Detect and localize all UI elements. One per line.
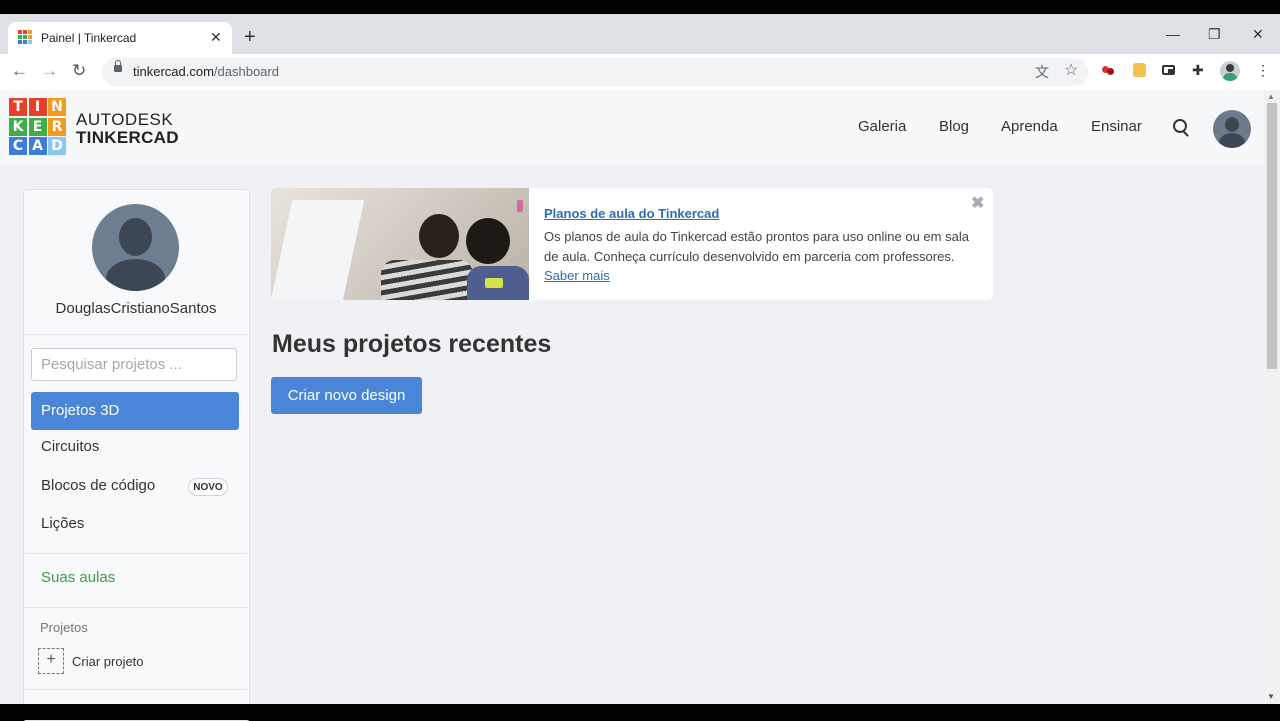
- scroll-thumb[interactable]: [1267, 103, 1277, 369]
- extension-record-icon[interactable]: [1102, 66, 1114, 75]
- banner-title-link[interactable]: Planos de aula do Tinkercad: [544, 206, 719, 221]
- extension-thumb-icon[interactable]: [1133, 63, 1146, 77]
- bookmark-star-icon[interactable]: ☆: [1064, 60, 1078, 80]
- recent-projects-title: Meus projetos recentes: [272, 330, 552, 358]
- divider: [24, 607, 248, 608]
- search-projects-input[interactable]: [31, 348, 237, 381]
- header-avatar[interactable]: [1213, 110, 1251, 148]
- saber-mais-link[interactable]: Saber mais: [544, 268, 610, 283]
- banner-text: Os planos de aula do Tinkercad estão pro…: [544, 227, 974, 286]
- create-new-design-button[interactable]: Criar novo design: [271, 377, 422, 414]
- extensions-puzzle-icon[interactable]: ✚: [1192, 62, 1204, 79]
- username: DouglasCristianoSantos: [55, 300, 217, 317]
- logo-letter-c: C: [9, 137, 27, 155]
- restore-icon[interactable]: ❐: [1208, 26, 1221, 43]
- scroll-down-icon[interactable]: ▼: [1267, 692, 1275, 701]
- logo-letter-r: R: [48, 117, 66, 136]
- logo-letter-t: T: [9, 98, 27, 116]
- bottom-bar: [0, 704, 1280, 720]
- divider: [24, 553, 248, 554]
- sidebar-item-circuitos[interactable]: Circuitos: [31, 428, 239, 466]
- sidebar-item-suas-aulas[interactable]: Suas aulas: [41, 569, 115, 586]
- new-badge: NOVO: [188, 478, 228, 496]
- menu-icon[interactable]: ⋮: [1256, 62, 1270, 79]
- picture-in-picture-icon[interactable]: [1162, 65, 1175, 75]
- new-tab-icon[interactable]: +: [244, 26, 256, 49]
- url-host: tinkercad.com: [133, 64, 214, 79]
- tab-title: Painel | Tinkercad: [41, 31, 137, 45]
- tinkercad-logo[interactable]: TIN KER CAD: [9, 98, 66, 155]
- banner-image: [271, 188, 529, 300]
- sidebar-item-projetos-3d[interactable]: Projetos 3D: [31, 392, 239, 430]
- scroll-up-icon[interactable]: ▲: [1267, 92, 1275, 101]
- create-project-plus-icon[interactable]: +: [38, 648, 64, 674]
- logo-letter-k: K: [9, 117, 27, 136]
- forward-icon[interactable]: →: [41, 61, 58, 81]
- brand-tinkercad: TINKERCAD: [76, 128, 179, 147]
- reload-icon[interactable]: ↻: [72, 61, 86, 81]
- logo-letter-a: A: [28, 137, 47, 155]
- sidebar-item-licoes[interactable]: Lições: [31, 505, 239, 543]
- banner-close-icon[interactable]: ✖: [971, 193, 984, 213]
- back-icon[interactable]: ←: [11, 61, 28, 81]
- create-project-link[interactable]: Criar projeto: [72, 654, 144, 669]
- divider: [24, 334, 248, 335]
- logo-letter-n: N: [48, 98, 66, 116]
- nav-ensinar[interactable]: Ensinar: [1091, 118, 1142, 135]
- banner-description: Os planos de aula do Tinkercad estão pro…: [544, 229, 969, 264]
- lock-icon[interactable]: [114, 60, 122, 72]
- minimize-icon[interactable]: —: [1166, 26, 1180, 42]
- window-close-icon[interactable]: ✕: [1252, 26, 1264, 43]
- url-path: /dashboard: [213, 64, 279, 79]
- url-text[interactable]: tinkercad.com/dashboard: [133, 64, 279, 79]
- divider: [24, 689, 248, 690]
- nav-aprenda[interactable]: Aprenda: [1001, 118, 1058, 135]
- translate-icon[interactable]: 文: [1035, 62, 1049, 82]
- brand-autodesk: AUTODESK: [76, 110, 174, 129]
- search-icon[interactable]: [1173, 119, 1187, 133]
- logo-letter-i: I: [28, 98, 47, 116]
- site-header: [0, 90, 1264, 165]
- profile-icon[interactable]: [1220, 61, 1240, 81]
- projects-section-label: Projetos: [40, 620, 88, 635]
- logo-letter-e: E: [28, 117, 47, 136]
- logo-letter-d: D: [48, 137, 66, 155]
- nav-blog[interactable]: Blog: [939, 118, 969, 135]
- profile-avatar[interactable]: [92, 204, 179, 291]
- tab-close-icon[interactable]: ✕: [210, 29, 222, 46]
- nav-galeria[interactable]: Galeria: [858, 118, 906, 135]
- tinkercad-favicon-icon: [18, 30, 32, 44]
